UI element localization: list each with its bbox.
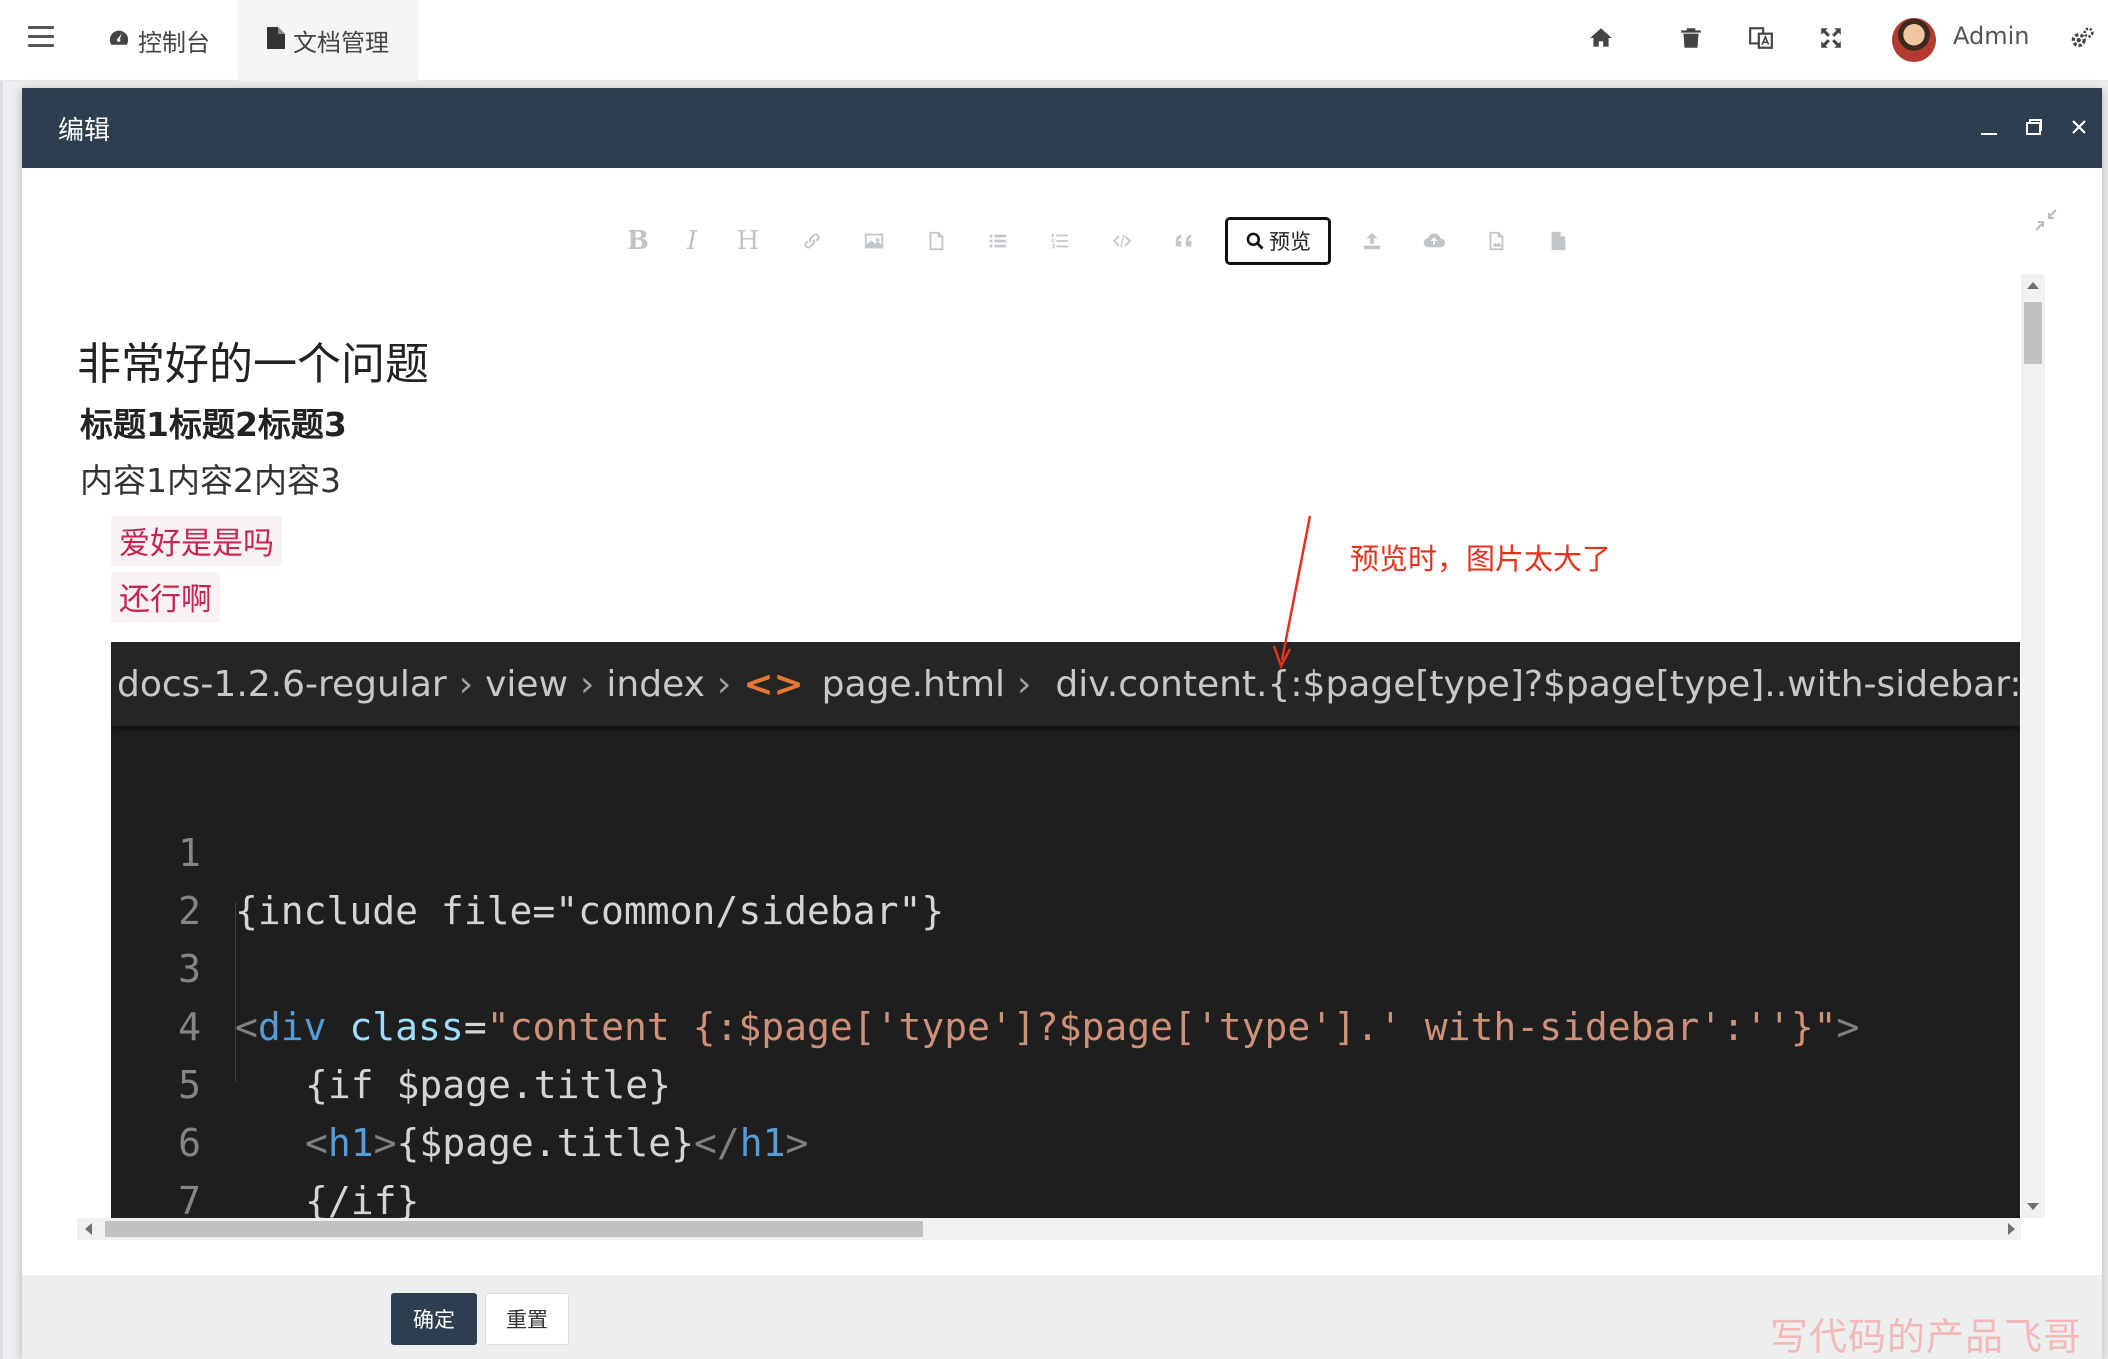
code-line: 1 {include file="common/sidebar"} (111, 766, 2020, 933)
minimize-icon[interactable] (1972, 110, 2006, 144)
crumb-view: view (485, 663, 569, 705)
crumb-file: page.html (821, 663, 1006, 705)
preview-button[interactable]: 预览 (1225, 217, 1331, 265)
quote-icon[interactable] (1153, 216, 1215, 266)
scroll-thumb[interactable] (2024, 302, 2042, 364)
chevron-right-icon: › (1017, 663, 1032, 705)
translate-icon[interactable] (1741, 18, 1781, 58)
code-icon[interactable] (1091, 216, 1153, 266)
italic-button[interactable]: I (669, 216, 715, 266)
html-tag-icon: <> (743, 663, 804, 705)
search-icon (1246, 232, 1264, 250)
avatar[interactable] (1892, 18, 1936, 62)
code-line: 7 (111, 1114, 2020, 1223)
vertical-scrollbar[interactable] (2021, 274, 2045, 1218)
dashboard-icon (108, 27, 130, 55)
scroll-left-arrow-icon[interactable] (85, 1223, 92, 1235)
heading-button[interactable]: H (715, 216, 781, 266)
annotation-arrow (1272, 515, 1312, 670)
doc-screenshot-image: docs-1.2.6-regular › view › index › <> p… (111, 642, 2020, 1224)
doc-inline-code: 爱好是是吗 (111, 516, 282, 566)
editor-breadcrumb: docs-1.2.6-regular › view › index › <> p… (111, 642, 2020, 726)
settings-icon[interactable] (2062, 18, 2102, 58)
menu-toggle-icon[interactable] (28, 26, 54, 50)
cloud-upload-icon[interactable] (1403, 216, 1465, 266)
doc-inline-code: 还行啊 (111, 572, 220, 622)
nav-tab-dashboard-label: 控制台 (138, 29, 210, 57)
doc-paragraph: 内容1内容2内容3 (80, 461, 341, 500)
dialog-titlebar[interactable]: 编辑 (22, 88, 2102, 168)
document-icon[interactable] (1527, 216, 1589, 266)
crumb-element: div.content.{:$page[type]?$page[type]..w… (1055, 663, 2020, 705)
chevron-right-icon: › (716, 663, 732, 705)
code-block: 1 {include file="common/sidebar"} 2 3 <d… (111, 766, 2020, 1223)
upload-icon[interactable] (1341, 216, 1403, 266)
crumb-index: index (606, 663, 705, 705)
reset-button[interactable]: 重置 (485, 1293, 569, 1345)
doc-heading-2: 标题1标题2标题3 (80, 405, 347, 444)
close-icon[interactable] (2062, 110, 2096, 144)
preview-label: 预览 (1269, 230, 1311, 254)
nav-tab-docs[interactable]: 文档管理 (238, 0, 418, 81)
top-navbar: 控制台 文档管理 Admin (0, 0, 2108, 81)
edit-dialog: 编辑 B I H 预览 非常好的一个问题 标题1标题2标题3 内容1内容2内容3… (22, 88, 2102, 1359)
horizontal-scrollbar[interactable] (77, 1218, 2021, 1240)
line-number: 7 (178, 1179, 201, 1223)
nav-tab-docs-label: 文档管理 (293, 29, 389, 57)
home-icon[interactable] (1581, 18, 1621, 58)
maximize-icon[interactable] (2017, 110, 2051, 144)
chevron-right-icon: › (580, 663, 595, 705)
crumb-project: docs-1.2.6-regular (117, 663, 447, 705)
scroll-down-arrow-icon[interactable] (2027, 1203, 2039, 1210)
scroll-up-arrow-icon[interactable] (2027, 282, 2039, 289)
code-line: 5 <h1>{$page.title}</h1> (111, 998, 2020, 1165)
code-line: 2 (111, 824, 2020, 933)
exit-fullscreen-icon[interactable] (2032, 206, 2060, 234)
annotation-text: 预览时，图片太大了 (1350, 542, 1612, 576)
watermark: 写代码的产品飞哥 (1770, 1315, 2083, 1359)
trash-icon[interactable] (1671, 18, 1711, 58)
image-icon[interactable] (843, 216, 905, 266)
dialog-title: 编辑 (58, 116, 111, 146)
username[interactable]: Admin (1953, 22, 2030, 50)
unordered-list-icon[interactable] (967, 216, 1029, 266)
scroll-right-arrow-icon[interactable] (2008, 1223, 2015, 1235)
fullscreen-icon[interactable] (1811, 18, 1851, 58)
code-line: 3 <div class="content {:$page['type']?$p… (111, 882, 2020, 1049)
code-line: 4 {if $page.title} (111, 940, 2020, 1107)
code-text: {/if} (305, 1179, 420, 1223)
file-icon (267, 26, 285, 55)
bold-button[interactable]: B (607, 216, 669, 266)
page-left-edge (0, 81, 3, 1359)
chevron-right-icon: › (458, 663, 474, 705)
link-icon[interactable] (781, 216, 843, 266)
scroll-thumb[interactable] (105, 1221, 923, 1237)
code-line: 6 {/if} (111, 1056, 2020, 1223)
ordered-list-icon[interactable] (1029, 216, 1091, 266)
image-file-icon[interactable] (1465, 216, 1527, 266)
confirm-button[interactable]: 确定 (391, 1293, 477, 1345)
doc-heading-1: 非常好的一个问题 (77, 339, 429, 390)
nav-tab-dashboard[interactable]: 控制台 (108, 0, 228, 81)
editor-toolbar: B I H 预览 (607, 216, 1589, 266)
attachment-icon[interactable] (905, 216, 967, 266)
